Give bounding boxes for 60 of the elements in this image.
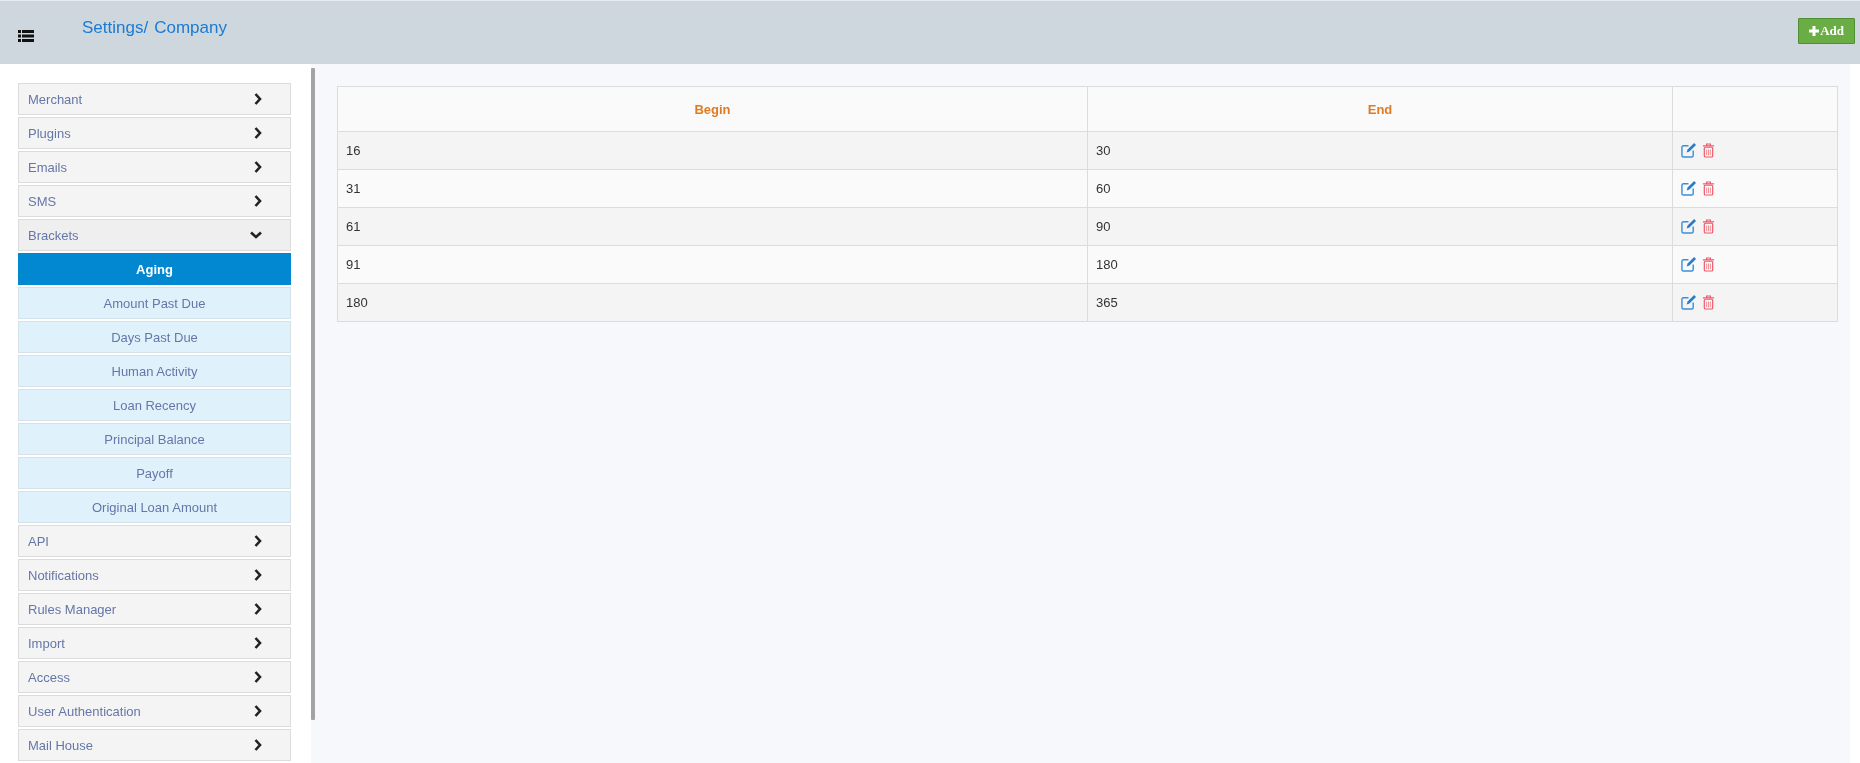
trash-icon[interactable] (1702, 257, 1715, 272)
chevron-right-icon (254, 603, 262, 615)
trash-icon[interactable] (1702, 219, 1715, 234)
table-cell: 90 (1087, 207, 1673, 246)
chevron-right-icon (254, 705, 262, 717)
trash-icon[interactable] (1702, 181, 1715, 196)
add-button[interactable]: Add (1798, 17, 1855, 44)
sidebar-subitem[interactable]: Amount Past Due (18, 287, 291, 319)
chevron-right-icon (254, 127, 262, 139)
sidebar-item[interactable]: Import (18, 627, 291, 659)
sidebar-item[interactable]: Access (18, 661, 291, 693)
chevron-right-icon (254, 671, 262, 683)
chevron-down-icon (250, 231, 262, 239)
list-icon[interactable] (18, 29, 34, 42)
chevron-right-icon (254, 739, 262, 751)
sidebar-item[interactable]: SMS (18, 185, 291, 217)
table-cell: 16 (337, 131, 1088, 170)
edit-icon[interactable] (1681, 295, 1696, 310)
sidebar-item[interactable]: User Authentication (18, 695, 291, 727)
chevron-right-icon (254, 161, 262, 173)
sidebar-subitem[interactable]: Aging (18, 253, 291, 285)
table-cell: 60 (1087, 169, 1673, 208)
table-cell: 180 (1087, 245, 1673, 284)
plus-icon (1809, 25, 1820, 36)
table-cell: 91 (337, 245, 1088, 284)
table-cell: 61 (337, 207, 1088, 246)
trash-icon[interactable] (1702, 143, 1715, 158)
chevron-right-icon (254, 637, 262, 649)
sidebar-subitem[interactable]: Loan Recency (18, 389, 291, 421)
sidebar-item[interactable]: Merchant (18, 83, 291, 115)
edit-icon[interactable] (1681, 257, 1696, 272)
chevron-right-icon (254, 93, 262, 105)
trash-icon[interactable] (1702, 295, 1715, 310)
sidebar-subitem[interactable]: Principal Balance (18, 423, 291, 455)
table-cell: 365 (1087, 283, 1673, 322)
breadcrumb-link[interactable]: Company (154, 17, 227, 38)
column-header: Begin (337, 86, 1088, 132)
sidebar-subitem[interactable]: Human Activity (18, 355, 291, 387)
edit-icon[interactable] (1681, 181, 1696, 196)
table-cell: 30 (1087, 131, 1673, 170)
breadcrumb-link[interactable]: Settings/ (82, 17, 149, 38)
chevron-right-icon (254, 569, 262, 581)
sidebar-item[interactable]: Brackets (18, 219, 291, 251)
sidebar-item[interactable]: Mail House (18, 729, 291, 761)
sidebar-item[interactable]: Plugins (18, 117, 291, 149)
sidebar-subitem[interactable]: Days Past Due (18, 321, 291, 353)
scrollbar[interactable] (311, 68, 315, 720)
sidebar-item[interactable]: Emails (18, 151, 291, 183)
chevron-right-icon (254, 535, 262, 547)
edit-icon[interactable] (1681, 219, 1696, 234)
edit-icon[interactable] (1681, 143, 1696, 158)
table-cell: 180 (337, 283, 1088, 322)
sidebar-subitem[interactable]: Original Loan Amount (18, 491, 291, 523)
column-header: End (1087, 86, 1673, 132)
table-cell: 31 (337, 169, 1088, 208)
sidebar-item[interactable]: Rules Manager (18, 593, 291, 625)
sidebar-item[interactable]: Notifications (18, 559, 291, 591)
sidebar-item[interactable]: API (18, 525, 291, 557)
sidebar-subitem[interactable]: Payoff (18, 457, 291, 489)
chevron-right-icon (254, 195, 262, 207)
